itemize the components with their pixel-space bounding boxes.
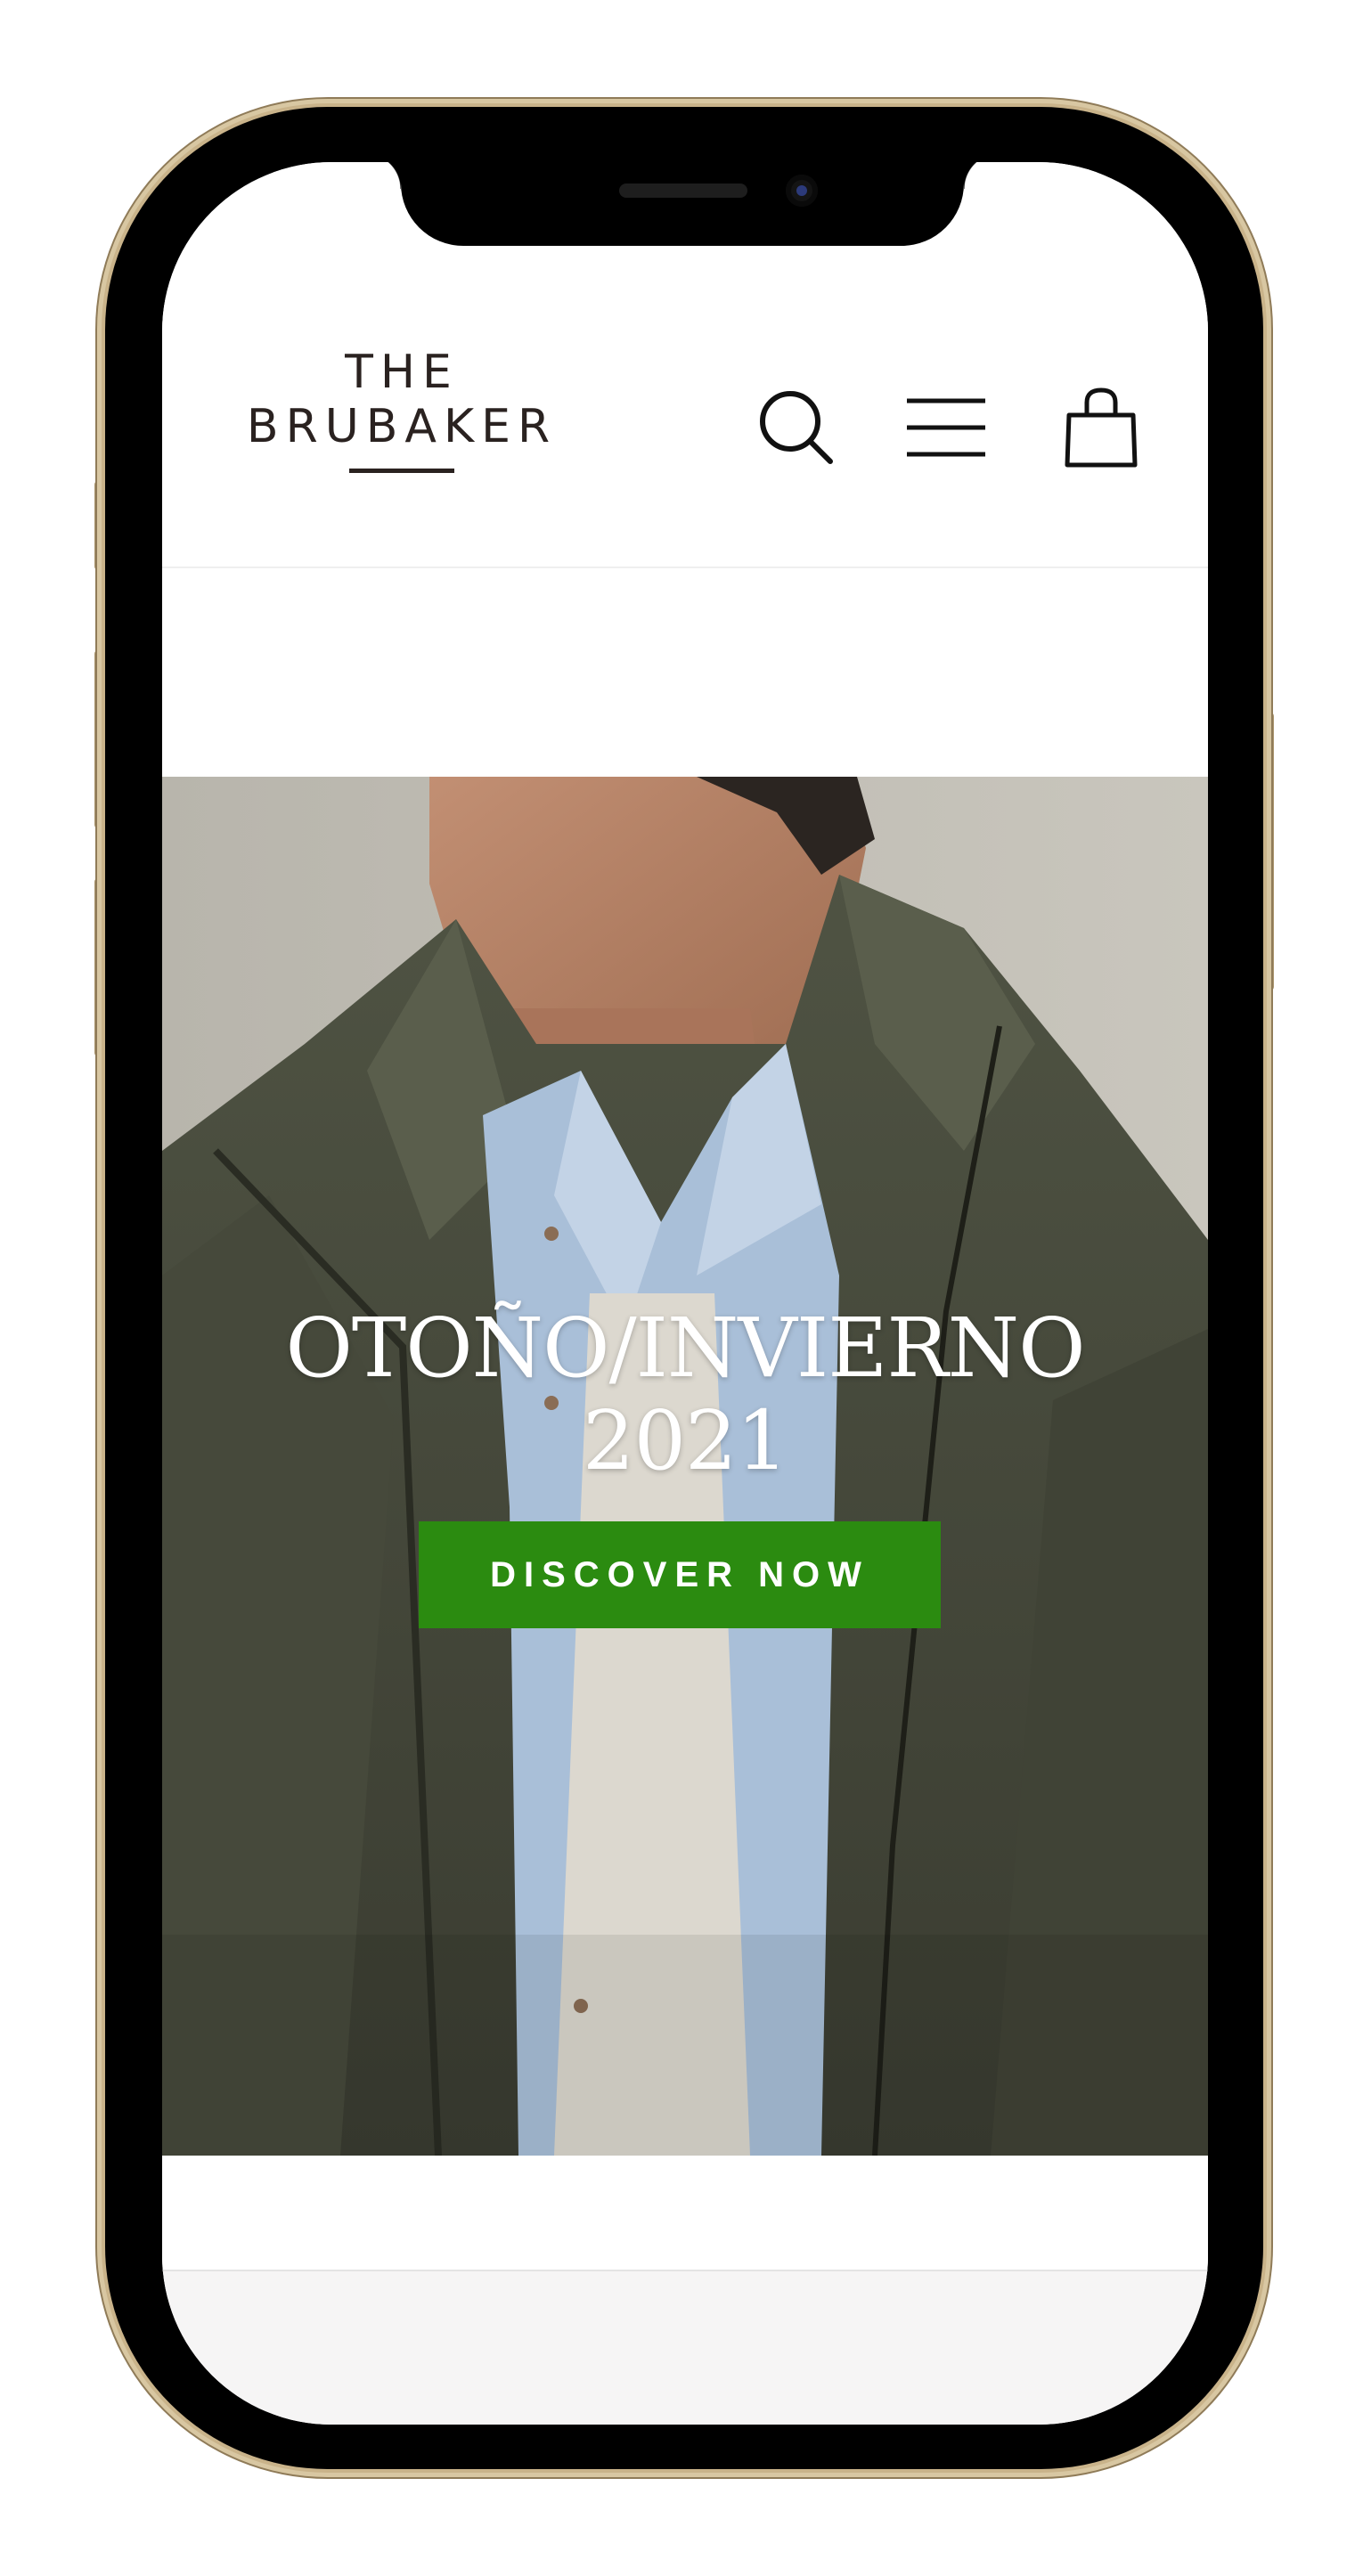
brand-logo[interactable]: THE BRUBAKER (237, 346, 567, 473)
silent-switch (94, 481, 105, 570)
logo-underline (349, 469, 454, 473)
volume-down-button (94, 878, 105, 1056)
speaker-grille (619, 183, 747, 198)
logo-line-1: THE (345, 346, 459, 399)
phone-notch (365, 153, 1000, 246)
phone-screen: THE BRUBAKER OTOÑO/INVIERNO 2021 DISCOVE… (162, 162, 1208, 2425)
cart-icon (1065, 387, 1138, 468)
hero-title-line-2: 2021 (582, 1393, 788, 1488)
cart-button[interactable] (1058, 385, 1144, 470)
search-icon (760, 391, 833, 464)
hero-banner[interactable]: OTOÑO/INVIERNO 2021 DISCOVER NOW (162, 777, 1208, 2156)
header-divider (162, 567, 1208, 568)
search-button[interactable] (754, 385, 839, 470)
logo-line-2: BRUBAKER (246, 400, 558, 453)
browser-bottom-bar (162, 2270, 1208, 2425)
menu-icon (907, 398, 985, 457)
power-button (1263, 713, 1274, 990)
hero-title-line-1: OTOÑO/INVIERNO (285, 1300, 1085, 1396)
volume-up-button (94, 650, 105, 828)
menu-button[interactable] (903, 385, 989, 470)
front-camera (786, 175, 818, 207)
discover-now-button[interactable]: DISCOVER NOW (419, 1521, 941, 1628)
hero-title: OTOÑO/INVIERNO 2021 (162, 1302, 1208, 1488)
content-spacer (162, 2156, 1208, 2271)
